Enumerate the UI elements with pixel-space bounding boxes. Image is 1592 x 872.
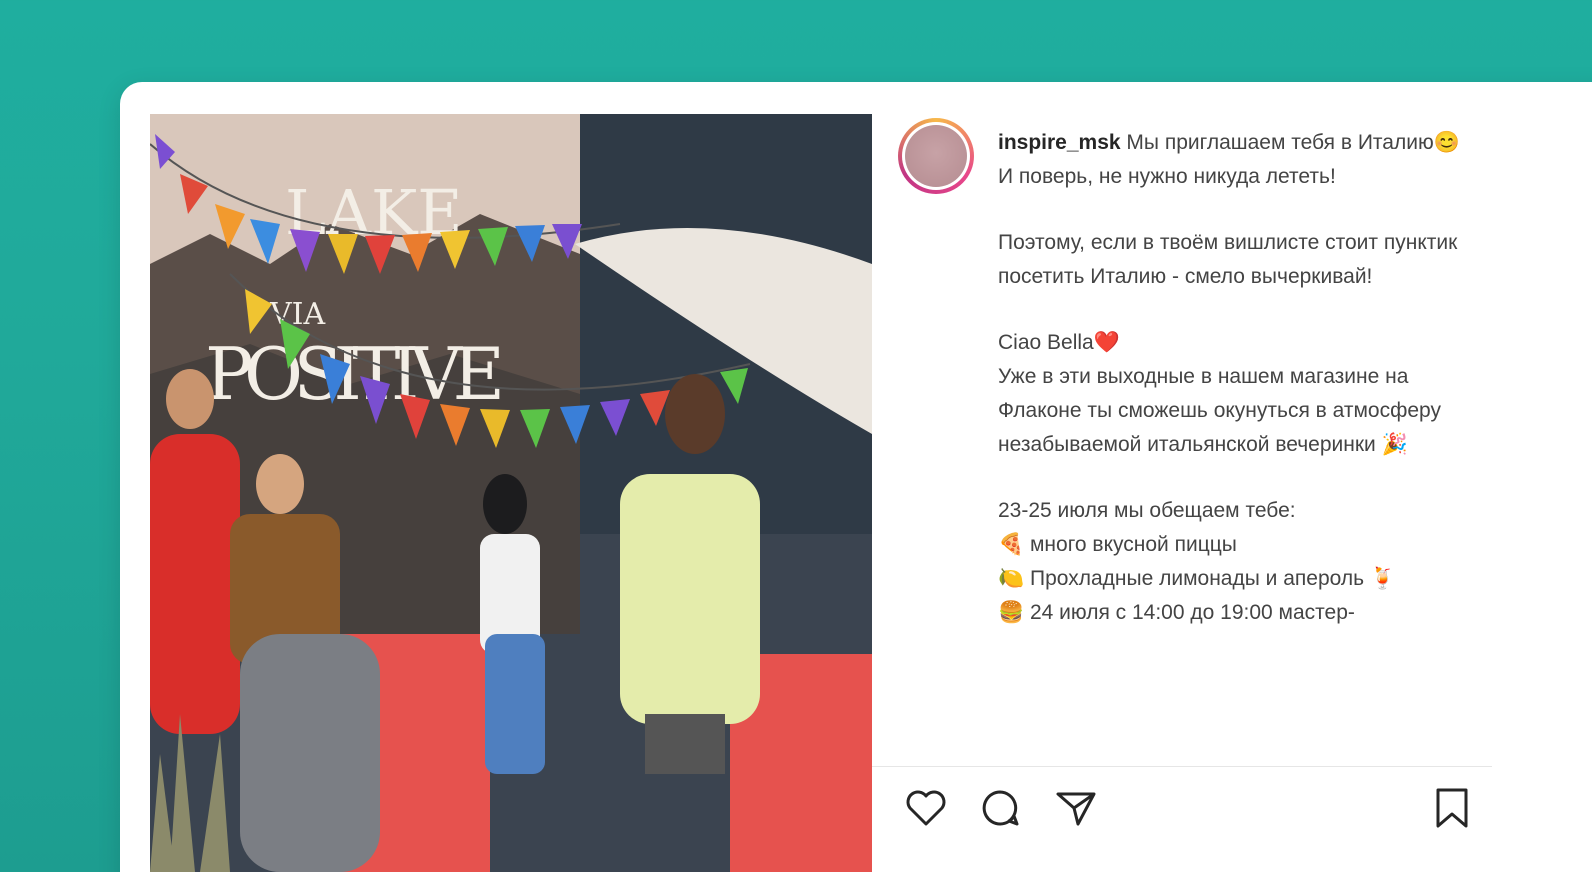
send-icon [1056,792,1096,826]
post-username[interactable]: inspire_msk [998,131,1121,154]
caption-paragraph-3: Уже в эти выходные в нашем магазине на Ф… [998,365,1441,456]
like-button[interactable] [902,784,950,837]
caption-item-1: 🍕 много вкусной пиццы [998,533,1237,556]
heart-icon [906,790,946,826]
comment-icon [982,790,1019,826]
post-caption: inspire_msk Мы приглашаем тебя в Италию😊… [998,126,1478,766]
photo-scene: LAKE VIA POSITIVE [150,114,872,872]
avatar[interactable] [898,118,974,194]
comment-button[interactable] [976,784,1024,837]
caption-dates: 23-25 июля мы обещаем тебе: [998,499,1296,522]
actions-divider [872,766,1492,767]
caption-item-3: 🍔 24 июля с 14:00 до 19:00 мастер- [998,601,1355,624]
bookmark-icon [1436,788,1468,828]
post-actions [872,784,1492,844]
share-button[interactable] [1052,784,1100,837]
caption-paragraph-2: Поэтому, если в твоём вишлисте стоит пун… [998,231,1458,288]
post-sidebar: inspire_msk Мы приглашаем тебя в Италию😊… [872,114,1492,872]
poster-word-3: POSITIVE [205,332,505,416]
caption-item-2: 🍋 Прохладные лимонады и апероль 🍹 [998,567,1397,590]
post-photo[interactable]: LAKE VIA POSITIVE [150,114,872,872]
save-button[interactable] [1428,784,1476,837]
caption-greeting: Ciao Bella❤️ [998,331,1120,354]
